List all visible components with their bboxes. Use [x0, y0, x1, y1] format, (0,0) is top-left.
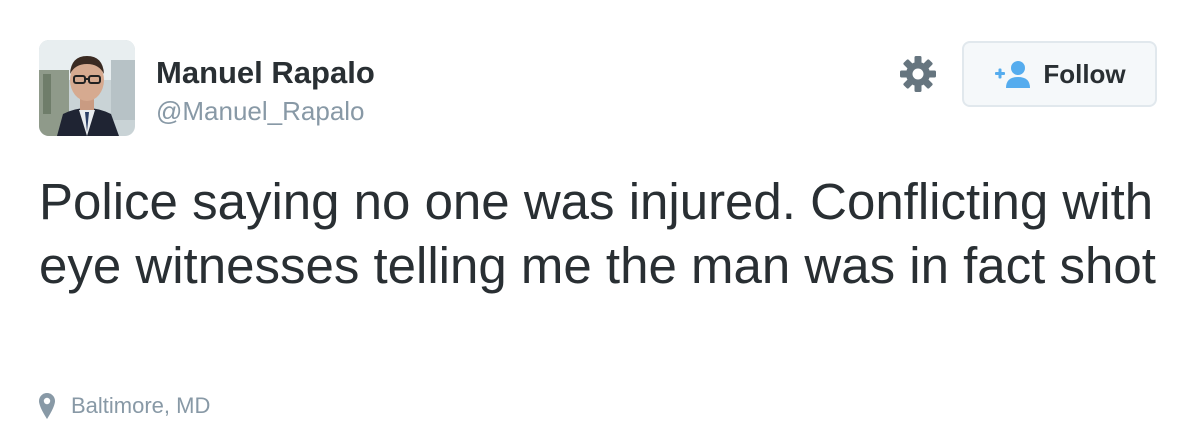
- add-user-icon: [995, 61, 1031, 88]
- author-handle[interactable]: @Manuel_Rapalo: [156, 96, 365, 127]
- location-pin-icon: [39, 393, 55, 419]
- author-name[interactable]: Manuel Rapalo: [156, 55, 375, 91]
- avatar-photo: [39, 40, 135, 136]
- gear-icon[interactable]: [898, 54, 938, 94]
- tweet-card: Manuel Rapalo @Manuel_Rapalo Follow Poli…: [0, 0, 1200, 436]
- tweet-text: Police saying no one was injured. Confli…: [39, 173, 1156, 294]
- follow-label: Follow: [1043, 58, 1126, 89]
- avatar[interactable]: [39, 40, 135, 136]
- location-label: Baltimore, MD: [71, 393, 211, 418]
- tweet-location[interactable]: Baltimore, MD: [39, 393, 210, 419]
- follow-button[interactable]: Follow: [962, 41, 1157, 107]
